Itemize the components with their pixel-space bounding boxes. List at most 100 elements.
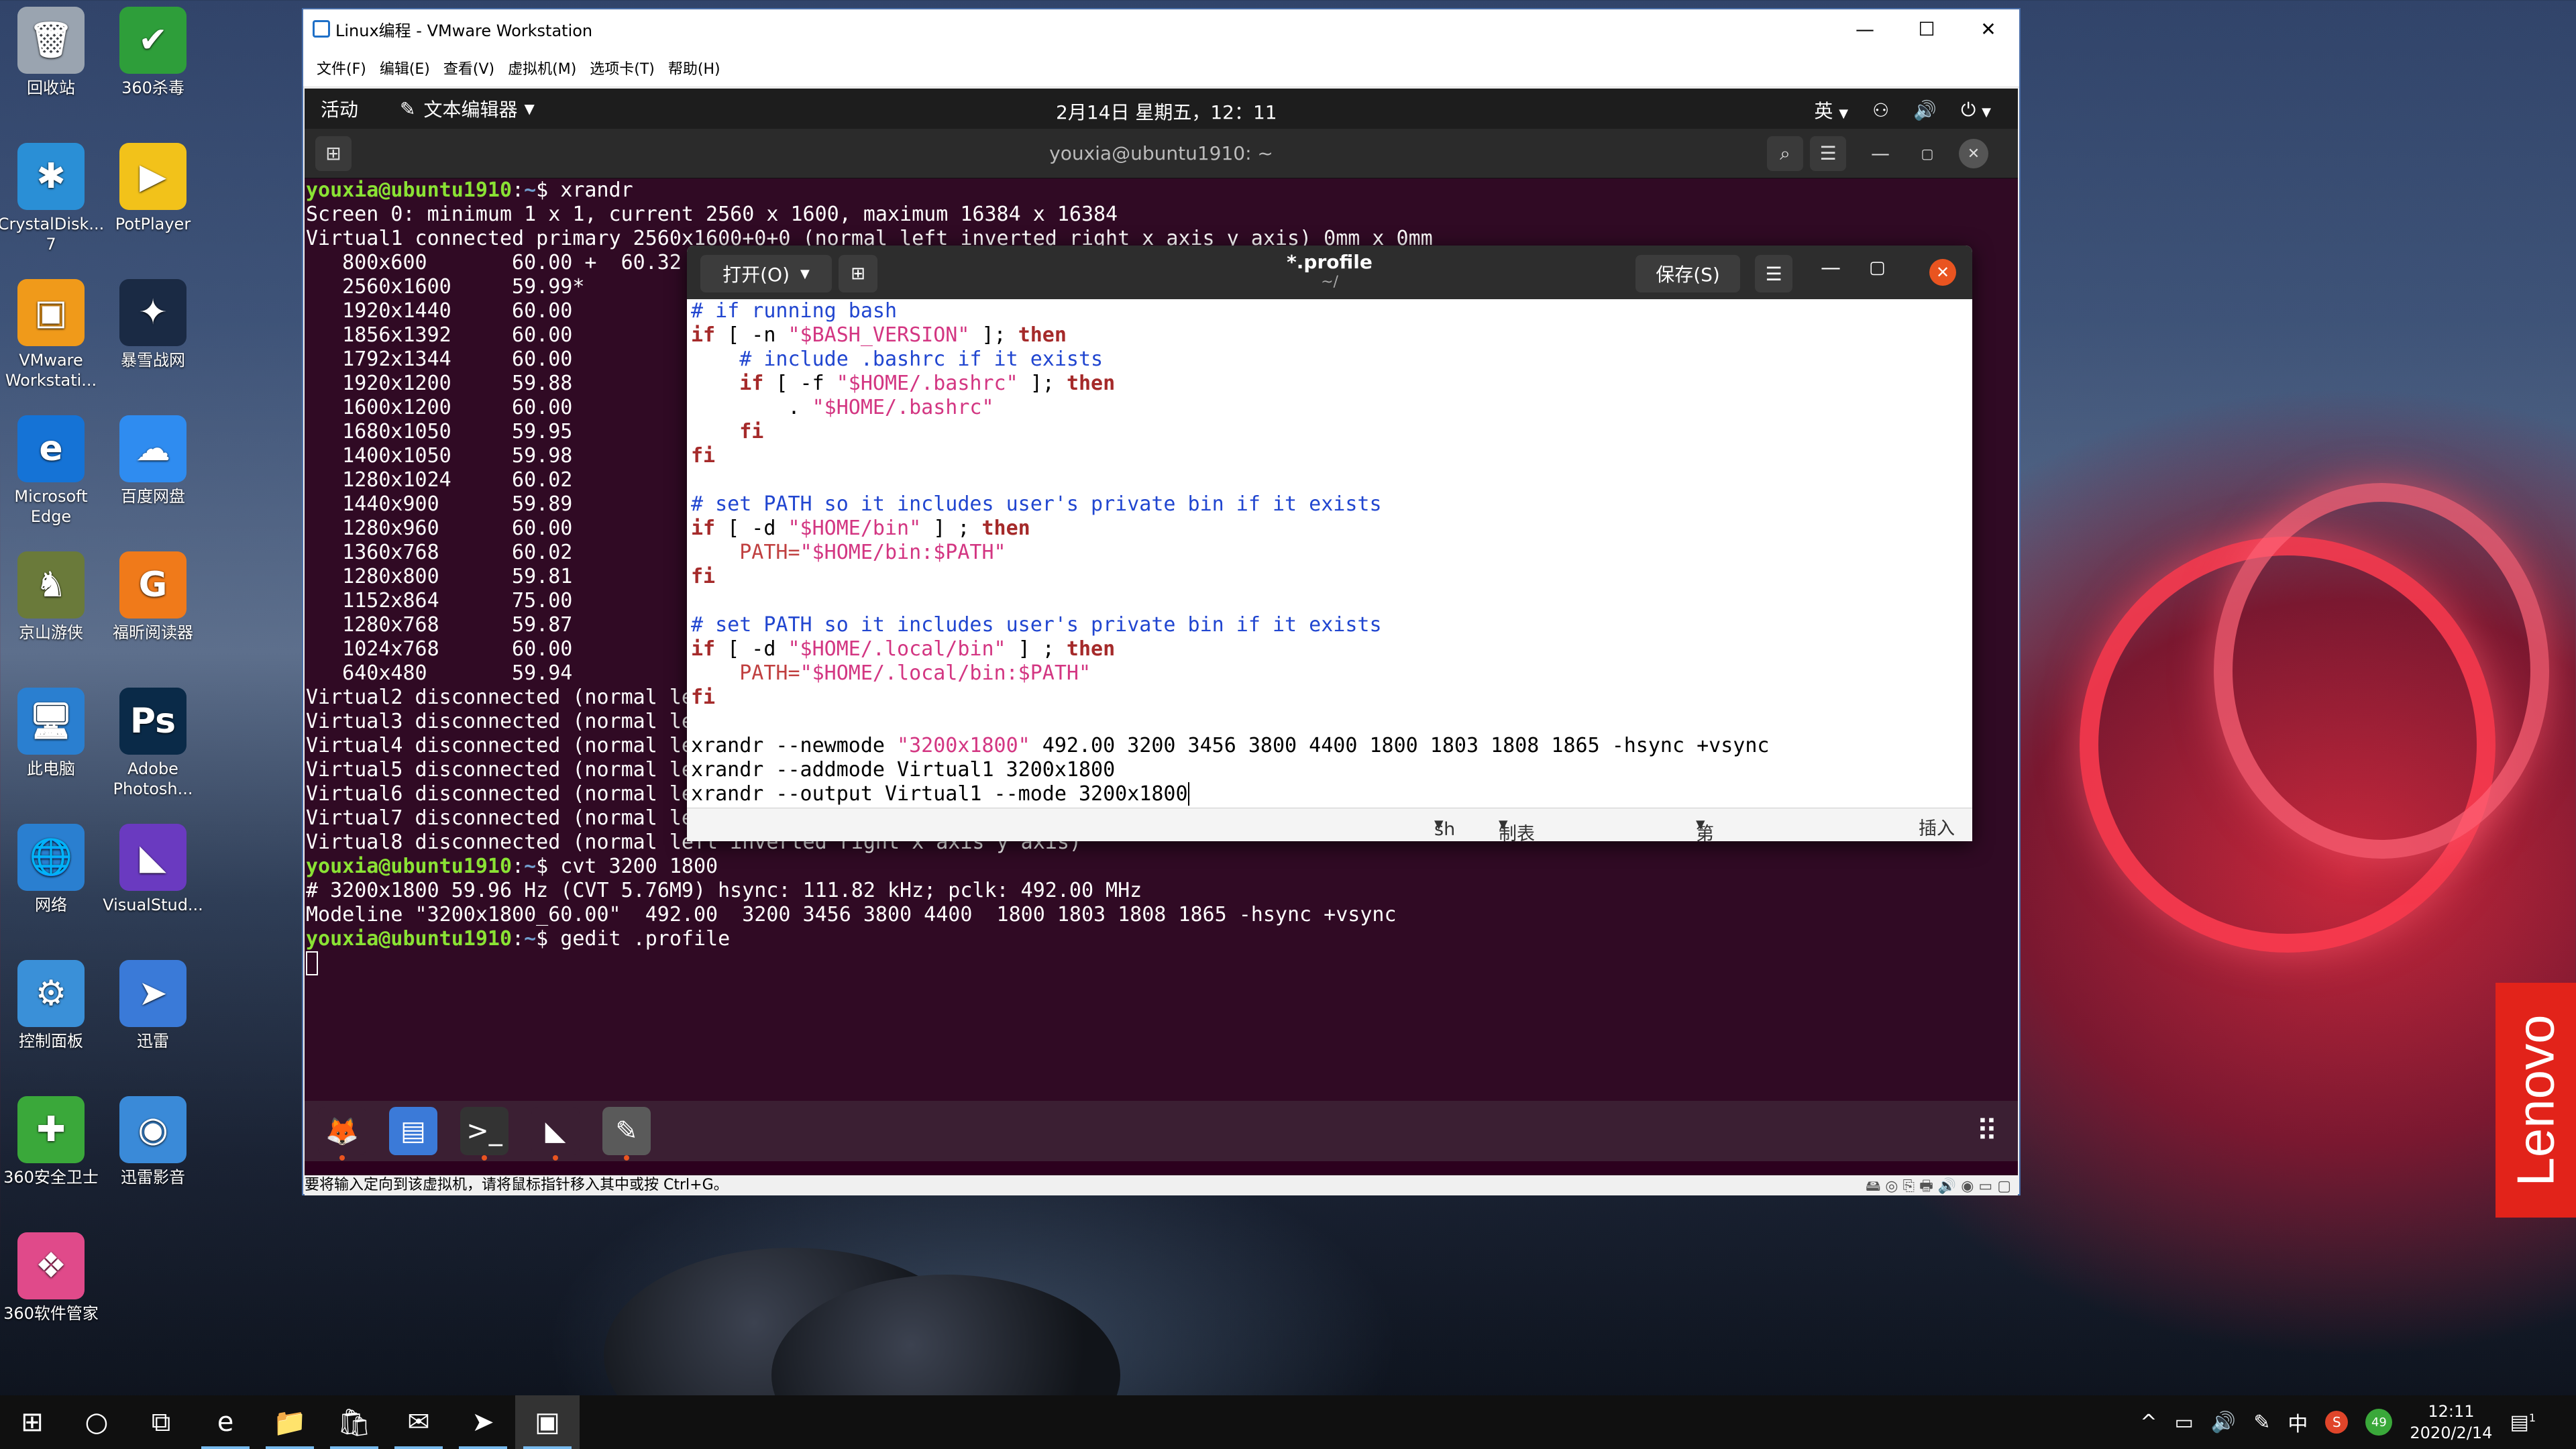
- store-taskbar-icon[interactable]: 🛍: [322, 1395, 386, 1449]
- save-button[interactable]: 保存(S): [1635, 255, 1740, 292]
- vscode-icon[interactable]: ◣: [531, 1107, 580, 1161]
- app-menu[interactable]: ✎ 文本编辑器 ▼: [400, 95, 535, 122]
- search-icon[interactable]: ⌕: [1767, 136, 1803, 171]
- vmware-taskbar-icon[interactable]: ▣: [515, 1395, 580, 1449]
- editor-line: if [ -n "$BASH_VERSION" ]; then: [691, 323, 1067, 347]
- terminal-icon[interactable]: >_: [460, 1107, 508, 1161]
- maximize-button[interactable]: ☐: [1896, 9, 1957, 48]
- explorer-taskbar-icon[interactable]: 📁: [258, 1395, 322, 1449]
- menu-edit[interactable]: 编辑(E): [380, 57, 430, 78]
- terminal-minimize-icon[interactable]: —: [1862, 136, 1898, 171]
- new-tab-icon[interactable]: ⊞: [315, 136, 352, 171]
- desktop-icon[interactable]: Ps Adobe Photosh...: [99, 688, 207, 799]
- desktop-icon[interactable]: ⚙ 控制面板: [0, 960, 105, 1051]
- maximize-icon[interactable]: ▢: [1869, 258, 1886, 278]
- desktop-icon[interactable]: G 福昕阅读器: [99, 551, 207, 643]
- 360-badge-icon[interactable]: 49: [2365, 1409, 2393, 1436]
- desktop-icon-label: Adobe Photosh...: [113, 759, 193, 798]
- power-icon: ⏻ ▼: [1961, 99, 1991, 121]
- desktop-icon[interactable]: ➤ 迅雷: [99, 960, 207, 1051]
- desktop-icon[interactable]: ✚ 360安全卫士: [0, 1096, 105, 1187]
- gnome-tray[interactable]: 英 ▼ ⚇ 🔊 ⏻ ▼: [1814, 97, 1991, 123]
- desktop-icon[interactable]: ✦ 暴雪战网: [99, 279, 207, 370]
- editor-line: xrandr --addmode Virtual1 3200x1800: [691, 758, 1116, 782]
- minimize-icon[interactable]: —: [1821, 256, 1841, 280]
- input-method-indicator[interactable]: 英 ▼: [1814, 97, 1848, 123]
- insert-mode[interactable]: 插入: [1919, 814, 1955, 840]
- taskbar-clock[interactable]: 12:11 2020/2/14: [2410, 1401, 2492, 1444]
- desktop-icon-glyph: ◉: [119, 1096, 186, 1163]
- close-icon[interactable]: ✕: [1929, 259, 1956, 286]
- editor-text-area[interactable]: # if running bash if [ -n "$BASH_VERSION"…: [687, 299, 1972, 808]
- lenovo-logo: Lenovo: [2496, 983, 2576, 1218]
- desktop-icon-glyph: 🗑: [17, 7, 85, 74]
- notification-center-icon[interactable]: ▤1: [2510, 1411, 2536, 1434]
- windows-taskbar: ⊞ ○ ⧉ e 📁 🛍 ✉ ➤ ▣ ^ ▭ 🔊 ✎ 中 S 49 12:11 2020/2/14 …: [0, 1395, 2576, 1449]
- desktop-icon-glyph: ▶: [119, 143, 186, 210]
- desktop-icon-label: 暴雪战网: [121, 351, 185, 370]
- mail-taskbar-icon[interactable]: ✉: [386, 1395, 451, 1449]
- start-button[interactable]: ⊞: [0, 1395, 64, 1449]
- desktop-icon[interactable]: 🖥 此电脑: [0, 688, 105, 779]
- minimize-button[interactable]: —: [1834, 9, 1896, 48]
- terminal-header[interactable]: ⊞ youxia@ubuntu1910: ~ ⌕ ☰ — ▢ ✕: [305, 129, 2018, 178]
- desktop-icon[interactable]: ◉ 迅雷影音: [99, 1096, 207, 1187]
- menu-view[interactable]: 查看(V): [443, 57, 494, 78]
- desktop-icon[interactable]: 🌐 网络: [0, 824, 105, 915]
- terminal-line: Modeline "3200x1800_60.00" 492.00 3200 3…: [306, 903, 1397, 926]
- task-view-button[interactable]: ⧉: [129, 1395, 193, 1449]
- desktop-icon-label: VisualStud...: [103, 896, 203, 914]
- desktop-icon[interactable]: ◣ VisualStud...: [99, 824, 207, 915]
- desktop-icon[interactable]: ▣ VMware Workstati...: [0, 279, 105, 390]
- desktop-icon-label: 360软件管家: [3, 1304, 99, 1323]
- cursor-position[interactable]: 第 31 行，第 42 列 ▾: [1696, 814, 1714, 841]
- menu-file[interactable]: 文件(F): [317, 57, 366, 78]
- volume-icon[interactable]: 🔊: [2211, 1411, 2236, 1434]
- language-selector[interactable]: sh ▾: [1434, 814, 1455, 840]
- hamburger-menu-icon[interactable]: ☰: [1810, 136, 1846, 171]
- wallpaper-ribbon-2: [2214, 483, 2549, 859]
- close-button[interactable]: ✕: [1957, 9, 2019, 48]
- device-status-icons[interactable]: 🖴 ◎ ⎘ 🖶 🔊 ◉ ▭ ▢: [1866, 1177, 2011, 1197]
- desktop-icon-glyph: ▣: [17, 279, 85, 346]
- vmware-title-bar[interactable]: Linux编程 - VMware Workstation — ☐ ✕: [303, 9, 2019, 48]
- firefox-icon[interactable]: 🦊: [318, 1107, 366, 1161]
- desktop-icon-glyph: 🖥: [17, 688, 85, 755]
- desktop-icon-glyph: ♞: [17, 551, 85, 619]
- menu-vm[interactable]: 虚拟机(M): [508, 57, 576, 78]
- tray-overflow-icon[interactable]: ^: [2140, 1411, 2157, 1434]
- desktop-icon[interactable]: ❖ 360软件管家: [0, 1232, 105, 1324]
- ime-indicator[interactable]: 中: [2288, 1407, 2308, 1437]
- desktop-icon[interactable]: e Microsoft Edge: [0, 415, 105, 527]
- desktop-icon[interactable]: ✔ 360杀毒: [99, 7, 207, 98]
- desktop-icon-label: 网络: [35, 896, 67, 914]
- desktop-icon[interactable]: ☁ 百度网盘: [99, 415, 207, 506]
- hamburger-menu-icon[interactable]: ☰: [1755, 255, 1792, 292]
- text-editor-icon[interactable]: ✎: [602, 1107, 651, 1161]
- editor-line: if [ -d "$HOME/bin" ] ; then: [691, 517, 1030, 540]
- desktop-icon[interactable]: 🗑 回收站: [0, 7, 105, 98]
- gnome-clock[interactable]: 2月14日 星期五，12：11: [1056, 98, 1277, 125]
- desktop-icon[interactable]: ▶ PotPlayer: [99, 143, 207, 234]
- menu-tabs[interactable]: 选项卡(T): [590, 57, 655, 78]
- menu-help[interactable]: 帮助(H): [668, 57, 720, 78]
- battery-icon[interactable]: ▭: [2175, 1411, 2194, 1434]
- editor-line: if [ -d "$HOME/.local/bin" ] ; then: [691, 637, 1116, 661]
- gedit-header[interactable]: 打开(O) ▼ ⊞ *.profile ~/ 保存(S) ☰ — ▢ ✕: [687, 246, 1972, 299]
- xunlei-taskbar-icon[interactable]: ➤: [451, 1395, 515, 1449]
- desktop-icon[interactable]: ♞ 京山游侠: [0, 551, 105, 643]
- files-icon[interactable]: ▤: [389, 1107, 437, 1155]
- tab-width-selector[interactable]: 制表符宽度：8 ▾: [1499, 814, 1535, 841]
- desktop-icon[interactable]: ✱ CrystalDisk... 7: [0, 143, 105, 254]
- desktop-icon-glyph: ✔: [119, 7, 186, 74]
- network-icon: ⚇: [1872, 99, 1890, 121]
- search-button[interactable]: ○: [64, 1395, 129, 1449]
- activities-button[interactable]: 活动: [321, 95, 358, 122]
- terminal-close-icon[interactable]: ✕: [1959, 139, 1988, 168]
- pen-icon[interactable]: ✎: [2253, 1411, 2270, 1434]
- editor-line: xrandr --output Virtual1 --mode 3200x180…: [691, 782, 1189, 806]
- show-apps-icon[interactable]: ⠿: [1976, 1114, 1998, 1148]
- sogou-icon[interactable]: S: [2325, 1411, 2349, 1434]
- edge-taskbar-icon[interactable]: e: [193, 1395, 258, 1449]
- terminal-maximize-icon[interactable]: ▢: [1909, 136, 1945, 171]
